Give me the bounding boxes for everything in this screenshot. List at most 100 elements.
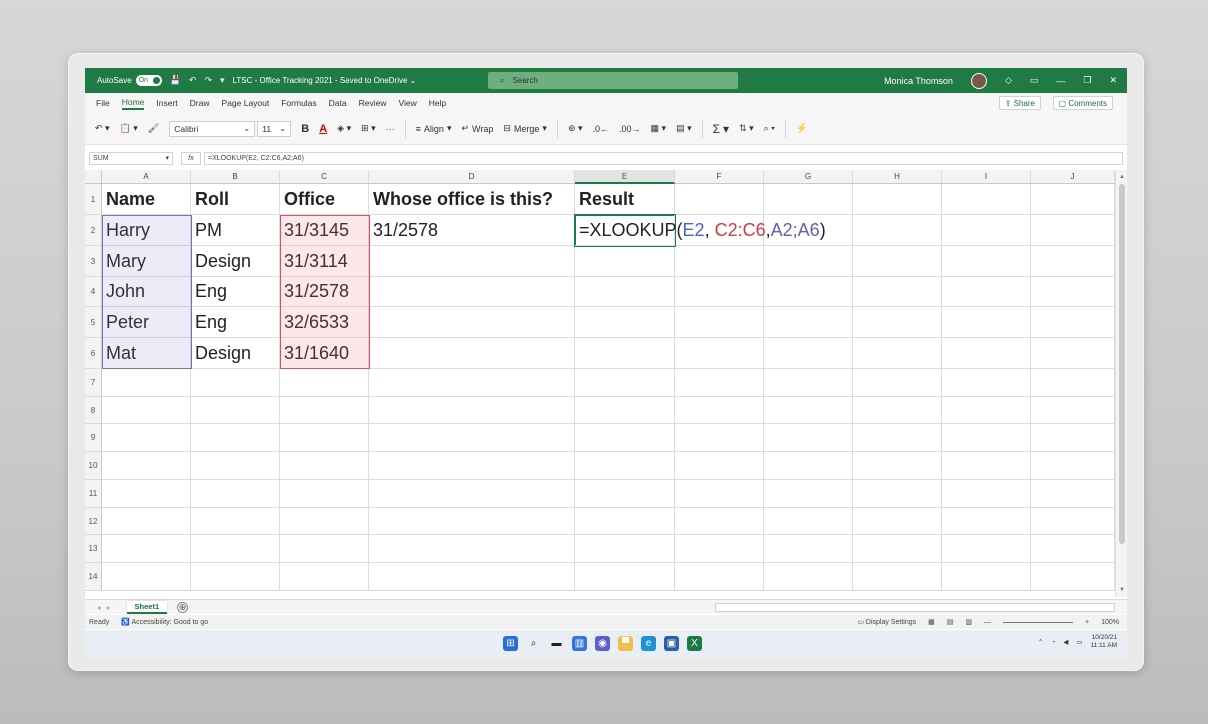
- cell-c1[interactable]: Office: [280, 184, 369, 215]
- ideas-icon[interactable]: ⚡: [796, 123, 807, 134]
- cell-empty[interactable]: [369, 369, 575, 397]
- cell-empty[interactable]: [942, 338, 1031, 369]
- scroll-down-icon[interactable]: ▼: [1116, 585, 1127, 595]
- select-all-corner[interactable]: [85, 170, 102, 184]
- column-header-b[interactable]: B: [191, 170, 280, 184]
- cell-empty[interactable]: [280, 563, 369, 591]
- cell-empty[interactable]: [942, 452, 1031, 480]
- row-header-3[interactable]: 3: [85, 246, 102, 277]
- cell-empty[interactable]: [369, 246, 575, 277]
- undo-icon[interactable]: ↶: [189, 75, 197, 86]
- cell-empty[interactable]: [853, 508, 942, 535]
- row-header-9[interactable]: 9: [85, 424, 102, 452]
- cell-empty[interactable]: [675, 338, 764, 369]
- cell-empty[interactable]: [1031, 184, 1115, 215]
- cell-a4[interactable]: John: [102, 277, 191, 307]
- cell-empty[interactable]: [853, 369, 942, 397]
- cell-empty[interactable]: [102, 397, 191, 424]
- vertical-scrollbar[interactable]: ▲ ▼: [1115, 170, 1127, 597]
- formula-input[interactable]: =XLOOKUP(E2, C2:C6,A2;A6): [204, 151, 1123, 165]
- increase-decimal-icon[interactable]: .0←: [593, 124, 610, 134]
- normal-view-icon[interactable]: ▦: [928, 618, 935, 626]
- cell-empty[interactable]: [575, 397, 675, 424]
- cell-empty[interactable]: [764, 246, 853, 277]
- cell-c4[interactable]: 31/2578: [280, 277, 369, 307]
- scroll-thumb[interactable]: [1119, 184, 1125, 544]
- cell-empty[interactable]: [853, 184, 942, 215]
- cell-empty[interactable]: [853, 338, 942, 369]
- cell-empty[interactable]: [280, 508, 369, 535]
- cell-empty[interactable]: [191, 535, 280, 563]
- cell-empty[interactable]: [280, 369, 369, 397]
- cell-empty[interactable]: [942, 369, 1031, 397]
- column-header-e[interactable]: E: [575, 170, 675, 184]
- cell-empty[interactable]: [764, 452, 853, 480]
- store-icon[interactable]: ▣: [664, 636, 679, 651]
- zoom-level[interactable]: 100%: [1101, 619, 1119, 626]
- task-view-icon[interactable]: ▬: [549, 636, 564, 651]
- cell-c6[interactable]: 31/1640: [280, 338, 369, 369]
- cell-empty[interactable]: [764, 369, 853, 397]
- cell-empty[interactable]: [675, 369, 764, 397]
- cell-empty[interactable]: [102, 452, 191, 480]
- find-icon[interactable]: ⌕ ▾: [764, 123, 775, 134]
- row-header-6[interactable]: 6: [85, 338, 102, 369]
- bold-button[interactable]: B: [301, 123, 309, 135]
- cell-empty[interactable]: [191, 480, 280, 508]
- cell-empty[interactable]: [853, 307, 942, 338]
- cell-b2[interactable]: PM: [191, 215, 280, 246]
- cell-empty[interactable]: [102, 535, 191, 563]
- document-title[interactable]: LTSC - Office Tracking 2021 - Saved to O…: [233, 76, 417, 85]
- cell-empty[interactable]: [369, 480, 575, 508]
- add-sheet-button[interactable]: ⊕: [177, 601, 189, 613]
- row-header-2[interactable]: 2: [85, 215, 102, 246]
- column-header-i[interactable]: I: [942, 170, 1031, 184]
- name-box[interactable]: SUM ▾: [89, 151, 173, 165]
- cell-empty[interactable]: [942, 424, 1031, 452]
- zoom-slider[interactable]: [1003, 621, 1073, 623]
- cell-empty[interactable]: [764, 277, 853, 307]
- cell-empty[interactable]: [853, 452, 942, 480]
- cell-empty[interactable]: [764, 338, 853, 369]
- cell-empty[interactable]: [764, 184, 853, 215]
- cell-empty[interactable]: [575, 452, 675, 480]
- column-header-d[interactable]: D: [369, 170, 575, 184]
- row-header-14[interactable]: 14: [85, 563, 102, 591]
- insert-function-button[interactable]: fx: [181, 151, 201, 165]
- cell-empty[interactable]: [102, 480, 191, 508]
- cell-c5[interactable]: 32/6533: [280, 307, 369, 338]
- cell-e2[interactable]: =XLOOKUP(E2, C2:C6, A2;A6): [575, 215, 826, 246]
- chevron-up-icon[interactable]: ⌃: [1038, 638, 1043, 646]
- cell-b5[interactable]: Eng: [191, 307, 280, 338]
- cell-empty[interactable]: [1031, 307, 1115, 338]
- cell-empty[interactable]: [191, 369, 280, 397]
- menu-review[interactable]: Review: [359, 98, 387, 108]
- cell-empty[interactable]: [764, 424, 853, 452]
- save-icon[interactable]: 💾: [170, 75, 181, 86]
- cell-a6[interactable]: Mat: [102, 338, 191, 369]
- edge-icon[interactable]: e: [641, 636, 656, 651]
- cell-empty[interactable]: [1031, 338, 1115, 369]
- cell-empty[interactable]: [675, 277, 764, 307]
- cell-a2[interactable]: Harry: [102, 215, 191, 246]
- autosum-button[interactable]: Σ ▾: [713, 122, 729, 136]
- cell-empty[interactable]: [1031, 369, 1115, 397]
- font-color-button[interactable]: A: [319, 123, 327, 135]
- cell-empty[interactable]: [369, 424, 575, 452]
- column-header-f[interactable]: F: [675, 170, 764, 184]
- row-header-12[interactable]: 12: [85, 508, 102, 535]
- row-header-5[interactable]: 5: [85, 307, 102, 338]
- cell-b3[interactable]: Design: [191, 246, 280, 277]
- format-table-icon[interactable]: ▤ ▾: [676, 123, 692, 134]
- restore-icon[interactable]: ❐: [1083, 75, 1091, 86]
- autosave-toggle[interactable]: AutoSave On: [97, 75, 162, 86]
- cell-empty[interactable]: [1031, 277, 1115, 307]
- cell-empty[interactable]: [853, 397, 942, 424]
- cell-empty[interactable]: [280, 452, 369, 480]
- file-explorer-icon[interactable]: ▀: [618, 636, 633, 651]
- merge-button[interactable]: ⊟ Merge ▾: [503, 123, 547, 134]
- cell-empty[interactable]: [942, 480, 1031, 508]
- cell-empty[interactable]: [1031, 246, 1115, 277]
- number-format-icon[interactable]: ⊛ ▾: [568, 123, 583, 134]
- start-icon[interactable]: ⊞: [503, 636, 518, 651]
